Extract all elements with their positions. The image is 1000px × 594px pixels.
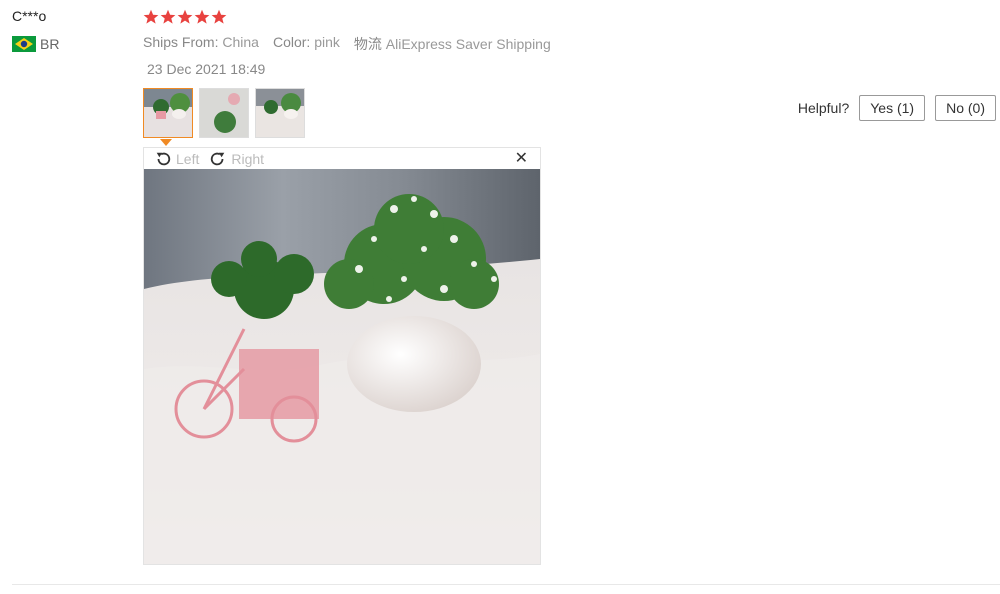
rotate-left-button[interactable]: Left <box>154 150 199 168</box>
helpful-section: Helpful? Yes (1) No (0) <box>798 95 996 121</box>
star-icon <box>160 9 176 24</box>
rotate-left-icon <box>156 152 171 165</box>
rotate-right-label: Right <box>231 150 265 167</box>
review-thumbnail-2[interactable] <box>199 88 249 138</box>
image-viewer: Left Right ✕ <box>143 147 541 565</box>
star-icon <box>177 9 193 24</box>
helpful-label: Helpful? <box>797 100 850 116</box>
helpful-no-button[interactable]: No (0) <box>935 95 996 121</box>
star-icon <box>143 9 159 24</box>
review-thumbnail-1[interactable] <box>143 88 193 138</box>
helpful-yes-button[interactable]: Yes (1) <box>859 95 926 121</box>
brazil-flag-icon <box>12 36 36 52</box>
review-thumbnails <box>143 88 305 138</box>
active-thumbnail-caret <box>160 139 172 146</box>
viewer-toolbar: Left Right ✕ <box>144 148 540 169</box>
reviewer-name: C***o <box>12 8 47 24</box>
color-attribute: Color: pink <box>272 34 340 50</box>
country-code: BR <box>40 36 60 52</box>
star-icon <box>194 9 210 24</box>
reviewer-country: BR <box>12 36 59 52</box>
rotate-right-button[interactable]: Right <box>209 150 264 168</box>
review-divider <box>12 584 1000 585</box>
star-icon <box>211 9 227 24</box>
close-icon[interactable]: ✕ <box>515 150 528 168</box>
review-thumbnail-3[interactable] <box>255 88 305 138</box>
logistics-attribute: 物流 AliExpress Saver Shipping <box>353 36 551 52</box>
review-photo <box>144 169 540 564</box>
review-date: 23 Dec 2021 18:49 <box>147 61 266 77</box>
rotate-left-label: Left <box>176 150 200 167</box>
rotate-right-icon <box>211 152 225 165</box>
star-rating <box>143 9 227 25</box>
ships-from: Ships From: China <box>143 34 259 50</box>
review-attributes: Ships From: China Color: pink 物流 AliExpr… <box>143 34 551 54</box>
